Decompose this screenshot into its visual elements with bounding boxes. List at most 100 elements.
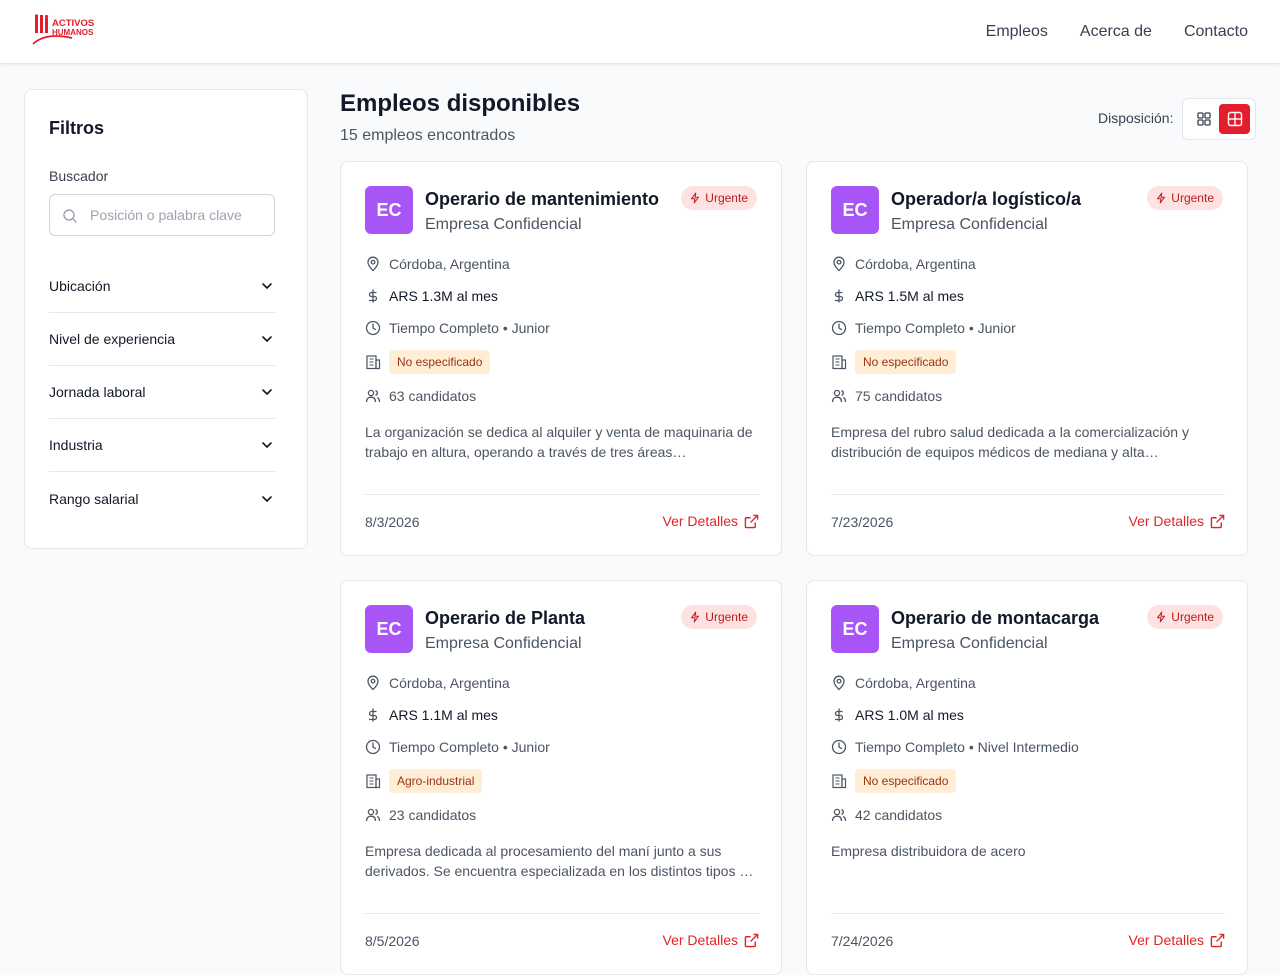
chevron-down-icon bbox=[262, 336, 272, 342]
schedule-text: Tiempo Completo • Nivel Intermedio bbox=[855, 739, 1079, 755]
nav-empleos[interactable]: Empleos bbox=[986, 23, 1048, 41]
view-details-link[interactable]: Ver Detalles bbox=[663, 513, 759, 529]
job-salary: ARS 1.1M al mes bbox=[365, 707, 498, 723]
description-line: trabajo en altura, operando a través de … bbox=[365, 444, 687, 460]
job-card[interactable]: EC Operario de mantenimiento Empresa Con… bbox=[340, 161, 782, 556]
job-salary: ARS 1.5M al mes bbox=[831, 288, 964, 304]
candidates-text: 23 candidatos bbox=[389, 807, 477, 823]
urgent-badge: Urgente bbox=[1147, 186, 1223, 210]
page-title: Empleos disponibles bbox=[340, 90, 581, 117]
building-icon bbox=[366, 355, 381, 370]
view-details-label: Ver Detalles bbox=[662, 932, 738, 948]
view-details-link[interactable]: Ver Detalles bbox=[1129, 513, 1225, 529]
logo-text-2: HUMANOS bbox=[52, 28, 94, 37]
industry-badge: No especificado bbox=[389, 350, 491, 374]
description-line: derivados. Se encuentra especializada en… bbox=[365, 863, 754, 879]
filter-ubicacion[interactable]: Ubicación bbox=[49, 260, 275, 313]
filter-rango-salarial[interactable]: Rango salarial bbox=[49, 472, 275, 525]
salary-text: ARS 1.3M al mes bbox=[389, 288, 498, 304]
job-industry: No especificado bbox=[831, 350, 957, 374]
description-line: Empresa distribuidora de acero bbox=[831, 843, 1026, 859]
company-avatar: EC bbox=[365, 605, 413, 653]
filter-label: Rango salarial bbox=[49, 490, 139, 507]
description-line: Empresa del rubro salud dedicada a la co… bbox=[831, 424, 1189, 440]
job-candidates: 42 candidatos bbox=[831, 807, 942, 823]
salary-text: ARS 1.0M al mes bbox=[855, 707, 964, 723]
view-details-link[interactable]: Ver Detalles bbox=[663, 932, 759, 948]
job-card[interactable]: EC Operario de Planta Empresa Confidenci… bbox=[340, 580, 782, 975]
users-icon bbox=[365, 389, 381, 403]
filter-industria[interactable]: Industria bbox=[49, 419, 275, 472]
company-avatar: EC bbox=[831, 605, 879, 653]
users-icon bbox=[831, 389, 847, 403]
schedule-text: Tiempo Completo • Junior bbox=[855, 320, 1016, 336]
filter-label: Jornada laboral bbox=[49, 384, 146, 400]
card-footer: 8/3/2026 Ver Detalles bbox=[365, 494, 759, 550]
job-schedule: Tiempo Completo • Nivel Intermedio bbox=[831, 739, 1079, 755]
search-label: Buscador bbox=[49, 168, 109, 184]
description-line: distribución de equipos médicos de media… bbox=[831, 444, 1159, 460]
nav-acerca-de[interactable]: Acerca de bbox=[1080, 23, 1152, 41]
search-box bbox=[49, 194, 275, 236]
company-name: Empresa Confidencial bbox=[891, 216, 1048, 233]
filter-jornada-laboral[interactable]: Jornada laboral bbox=[49, 366, 275, 419]
job-location: Córdoba, Argentina bbox=[365, 256, 510, 272]
filter-nivel-experiencia[interactable]: Nivel de experiencia bbox=[49, 313, 275, 366]
location-text: Córdoba, Argentina bbox=[389, 256, 510, 272]
job-description: Empresa distribuidora de acero bbox=[831, 841, 1225, 881]
job-card[interactable]: EC Operador/a logístico/a Empresa Confid… bbox=[806, 161, 1248, 556]
chevron-down-icon bbox=[262, 389, 272, 395]
map-pin-icon bbox=[367, 256, 379, 272]
job-location: Córdoba, Argentina bbox=[365, 675, 510, 691]
card-footer: 7/24/2026 Ver Detalles bbox=[831, 913, 1225, 969]
grid-layout-button[interactable] bbox=[1188, 104, 1219, 134]
job-card[interactable]: EC Operario de montacarga Empresa Confid… bbox=[806, 580, 1248, 975]
salary-text: ARS 1.1M al mes bbox=[389, 707, 498, 723]
job-title[interactable]: Operario de Planta bbox=[425, 608, 585, 629]
logo[interactable]: ACTIVOS HUMANOS bbox=[32, 14, 98, 50]
dollar-icon bbox=[834, 708, 844, 722]
posted-date: 7/24/2026 bbox=[831, 933, 894, 949]
filter-label: Ubicación bbox=[49, 278, 111, 294]
main-nav: Empleos Acerca de Contacto bbox=[986, 0, 1248, 64]
view-details-link[interactable]: Ver Detalles bbox=[1129, 932, 1225, 948]
job-title[interactable]: Operario de mantenimiento bbox=[425, 189, 659, 210]
urgent-badge: Urgente bbox=[681, 186, 757, 210]
external-link-icon bbox=[1210, 933, 1225, 947]
zap-icon bbox=[1157, 192, 1166, 204]
job-description: La organización se dedica al alquiler y … bbox=[365, 422, 759, 462]
filter-list: Ubicación Nivel de experiencia Jornada l… bbox=[49, 260, 275, 525]
nav-contacto[interactable]: Contacto bbox=[1184, 23, 1248, 41]
job-schedule: Tiempo Completo • Junior bbox=[365, 739, 550, 755]
dollar-icon bbox=[368, 289, 378, 303]
job-salary: ARS 1.0M al mes bbox=[831, 707, 964, 723]
job-candidates: 63 candidatos bbox=[365, 388, 476, 404]
layout-label: Disposición: bbox=[1098, 110, 1174, 126]
job-title[interactable]: Operario de montacarga bbox=[891, 608, 1099, 629]
card-footer: 7/23/2026 Ver Detalles bbox=[831, 494, 1225, 550]
industry-badge: No especificado bbox=[855, 350, 957, 374]
two-column-layout-button[interactable] bbox=[1219, 104, 1250, 134]
columns-icon bbox=[1227, 111, 1242, 127]
building-icon bbox=[832, 355, 847, 370]
clock-icon bbox=[831, 320, 847, 336]
location-text: Córdoba, Argentina bbox=[389, 675, 510, 691]
map-pin-icon bbox=[833, 256, 845, 272]
clock-icon bbox=[365, 320, 381, 336]
search-input[interactable] bbox=[90, 195, 270, 235]
building-icon bbox=[832, 774, 847, 789]
job-industry: No especificado bbox=[831, 769, 957, 793]
users-icon bbox=[365, 808, 381, 822]
job-title[interactable]: Operador/a logístico/a bbox=[891, 189, 1081, 210]
salary-text: ARS 1.5M al mes bbox=[855, 288, 964, 304]
external-link-icon bbox=[744, 514, 759, 528]
urgent-badge: Urgente bbox=[1147, 605, 1223, 629]
industry-badge: Agro-industrial bbox=[389, 769, 483, 793]
zap-icon bbox=[691, 192, 700, 204]
company-avatar: EC bbox=[831, 186, 879, 234]
external-link-icon bbox=[744, 933, 759, 947]
company-name: Empresa Confidencial bbox=[425, 635, 582, 652]
location-text: Córdoba, Argentina bbox=[855, 256, 976, 272]
schedule-text: Tiempo Completo • Junior bbox=[389, 739, 550, 755]
view-details-label: Ver Detalles bbox=[662, 513, 738, 529]
